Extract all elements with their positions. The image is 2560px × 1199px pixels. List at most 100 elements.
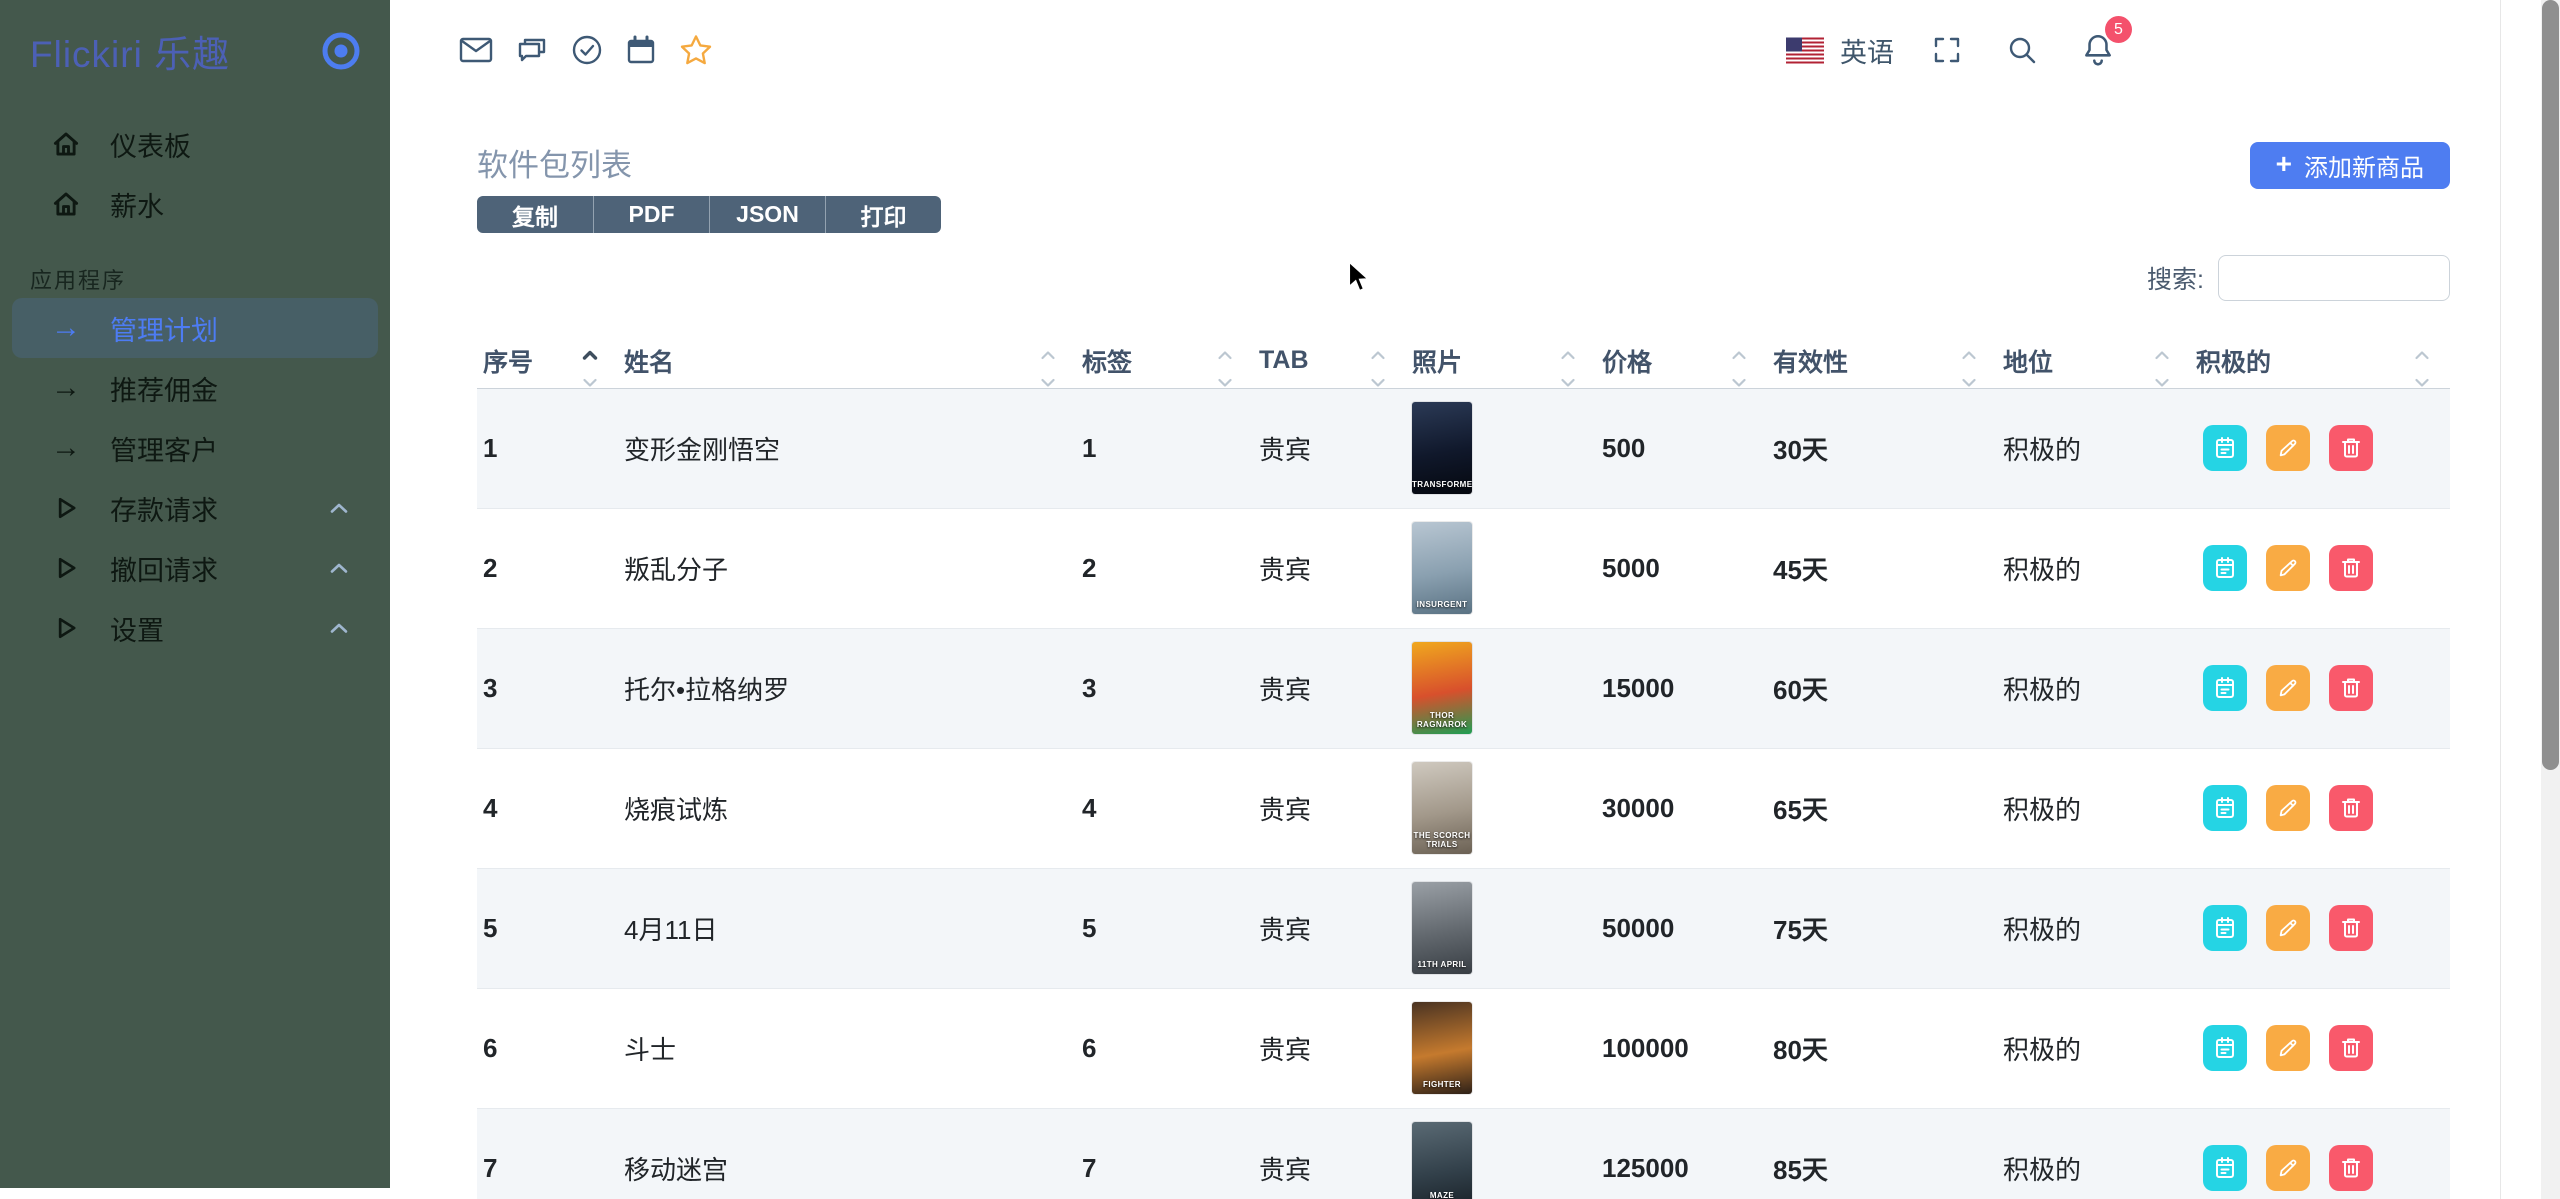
calendar-action-button[interactable] (2203, 1145, 2247, 1191)
export-button-1[interactable]: PDF (593, 196, 709, 233)
sidebar-toggle-icon[interactable] (318, 28, 364, 74)
cell-status: 积极的 (1997, 388, 2190, 508)
sidebar-header: Flickiri 乐趣 (0, 0, 390, 100)
cell-status: 积极的 (1997, 988, 2190, 1108)
delete-action-button[interactable] (2329, 545, 2373, 591)
poster-caption: THE SCORCH TRIALS (1412, 831, 1472, 849)
edit-action-button[interactable] (2266, 905, 2310, 951)
sort-desc-icon[interactable] (1731, 378, 1747, 388)
search-input[interactable] (2218, 255, 2450, 301)
scrollbar-thumb[interactable] (2542, 0, 2559, 770)
sort-desc-icon[interactable] (1560, 378, 1576, 388)
cell-tab: 贵宾 (1253, 988, 1406, 1108)
calendar-action-button[interactable] (2203, 545, 2247, 591)
sidebar-section-applications: 应用程序 (30, 260, 390, 298)
star-icon[interactable] (679, 34, 713, 66)
edit-action-button[interactable] (2266, 1145, 2310, 1191)
poster-caption: FIGHTER (1412, 1080, 1472, 1089)
calendar-action-button[interactable] (2203, 785, 2247, 831)
search-icon[interactable] (2006, 34, 2038, 66)
sort-desc-icon[interactable] (2414, 378, 2430, 388)
column-header-label: 有效性 (1773, 349, 1848, 377)
sidebar-item-manage-clients[interactable]: → 管理客户 (12, 418, 378, 478)
edit-action-button[interactable] (2266, 425, 2310, 471)
export-button-0[interactable]: 复制 (477, 196, 593, 233)
notifications-bell[interactable]: 5 (2080, 32, 2116, 68)
movie-poster: THE SCORCH TRIALS (1412, 762, 1472, 854)
language-label[interactable]: 英语 (1840, 31, 1894, 70)
column-header-label: 序号 (483, 349, 533, 377)
cell-tag: 7 (1076, 1108, 1253, 1199)
movie-poster: FIGHTER (1412, 1002, 1472, 1094)
delete-action-button[interactable] (2329, 905, 2373, 951)
sidebar-item-settings[interactable]: 设置 (12, 598, 378, 658)
calendar-icon[interactable] (625, 35, 657, 65)
cell-tab: 贵宾 (1253, 868, 1406, 988)
cell-validity: 45天 (1767, 508, 1997, 628)
add-new-item-button[interactable]: + 添加新商品 (2250, 142, 2450, 189)
calendar-action-button[interactable] (2203, 665, 2247, 711)
poster-caption: 11TH APRIL (1412, 960, 1472, 969)
delete-action-button[interactable] (2329, 1025, 2373, 1071)
poster-caption: MAZE RUNNER (1412, 1191, 1472, 1199)
column-header-4[interactable]: 照片 (1406, 334, 1596, 388)
sort-desc-icon[interactable] (1040, 378, 1056, 388)
sidebar-item-manage-plans[interactable]: → 管理计划 (12, 298, 378, 358)
column-header-7[interactable]: 地位 (1997, 334, 2190, 388)
delete-action-button[interactable] (2329, 425, 2373, 471)
sort-asc-icon[interactable] (1040, 350, 1056, 360)
sort-desc-icon[interactable] (1217, 378, 1233, 388)
mail-icon[interactable] (459, 36, 493, 64)
us-flag-icon[interactable] (1786, 37, 1824, 64)
edit-action-button[interactable] (2266, 1025, 2310, 1071)
sort-asc-icon[interactable] (2154, 350, 2170, 360)
sidebar-item-referral-commission[interactable]: → 推荐佣金 (12, 358, 378, 418)
column-header-8[interactable]: 积极的 (2190, 334, 2450, 388)
sort-desc-icon[interactable] (1961, 378, 1977, 388)
sort-asc-icon[interactable] (1731, 350, 1747, 360)
fullscreen-icon[interactable] (1932, 35, 1962, 65)
sort-asc-icon[interactable] (1961, 350, 1977, 360)
column-header-5[interactable]: 价格 (1596, 334, 1767, 388)
sidebar-item-deposit-requests[interactable]: 存款请求 (12, 478, 378, 538)
sidebar-item-dashboard[interactable]: 仪表板 (12, 114, 378, 174)
sort-asc-icon[interactable] (1217, 350, 1233, 360)
edit-action-button[interactable] (2266, 665, 2310, 711)
sort-asc-icon[interactable] (1370, 350, 1386, 360)
column-header-2[interactable]: 标签 (1076, 334, 1253, 388)
delete-action-button[interactable] (2329, 665, 2373, 711)
column-header-6[interactable]: 有效性 (1767, 334, 1997, 388)
column-header-1[interactable]: 姓名 (618, 334, 1076, 388)
cell-serial: 2 (477, 508, 618, 628)
calendar-action-button[interactable] (2203, 1025, 2247, 1071)
column-header-0[interactable]: 序号 (477, 334, 618, 388)
column-header-3[interactable]: TAB (1253, 334, 1406, 388)
edit-action-button[interactable] (2266, 785, 2310, 831)
sort-asc-icon[interactable] (582, 350, 598, 360)
sort-asc-icon[interactable] (2414, 350, 2430, 360)
plus-icon: + (2276, 148, 2292, 180)
delete-action-button[interactable] (2329, 785, 2373, 831)
cell-name: 烧痕试炼 (618, 748, 1076, 868)
table-row: 6 斗士 6 贵宾 FIGHTER 100000 80天 积极的 (477, 988, 2450, 1108)
delete-action-button[interactable] (2329, 1145, 2373, 1191)
sidebar-item-withdraw-requests[interactable]: 撤回请求 (12, 538, 378, 598)
app-logo: Flickiri 乐趣 (30, 24, 230, 78)
chat-icon[interactable] (515, 35, 549, 65)
check-circle-icon[interactable] (571, 34, 603, 66)
cell-status: 积极的 (1997, 868, 2190, 988)
export-button-2[interactable]: JSON (709, 196, 825, 233)
home-icon (48, 129, 84, 159)
calendar-action-button[interactable] (2203, 905, 2247, 951)
calendar-action-button[interactable] (2203, 425, 2247, 471)
export-button-3[interactable]: 打印 (825, 196, 941, 233)
sort-desc-icon[interactable] (1370, 378, 1386, 388)
sidebar-item-salary[interactable]: 薪水 (12, 174, 378, 234)
edit-action-button[interactable] (2266, 545, 2310, 591)
sort-asc-icon[interactable] (1560, 350, 1576, 360)
sort-desc-icon[interactable] (582, 378, 598, 388)
cell-tag: 5 (1076, 868, 1253, 988)
cell-tab: 贵宾 (1253, 388, 1406, 508)
sort-desc-icon[interactable] (2154, 378, 2170, 388)
cell-tag: 4 (1076, 748, 1253, 868)
